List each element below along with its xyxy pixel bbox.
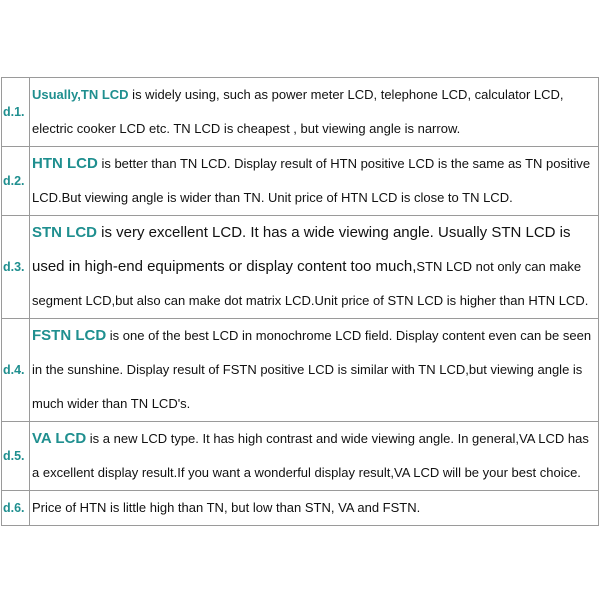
table-row: d.5. VA LCD is a new LCD type. It has hi… <box>1 421 599 491</box>
row-description: is better than TN LCD. Display result of… <box>32 156 591 205</box>
row-label: d.6. <box>1 490 30 526</box>
row-label: d.1. <box>1 77 30 147</box>
row-text: Price of HTN is little high than TN, but… <box>29 490 599 526</box>
table-row: d.4. FSTN LCD is one of the best LCD in … <box>1 318 599 422</box>
lcd-term: Usually,TN LCD <box>32 87 129 102</box>
lcd-types-table: d.1. Usually,TN LCD is widely using, suc… <box>1 77 599 526</box>
row-description: is a new LCD type. It has high contrast … <box>32 431 589 480</box>
row-text: STN LCD is very excellent LCD. It has a … <box>29 215 599 319</box>
row-text: VA LCD is a new LCD type. It has high co… <box>29 421 599 491</box>
row-label: d.4. <box>1 318 30 422</box>
row-text: FSTN LCD is one of the best LCD in monoc… <box>29 318 599 422</box>
row-label: d.3. <box>1 215 30 319</box>
lcd-term: FSTN LCD <box>32 327 107 344</box>
row-label: d.5. <box>1 421 30 491</box>
table-row: d.1. Usually,TN LCD is widely using, suc… <box>1 77 599 147</box>
table-row: d.3. STN LCD is very excellent LCD. It h… <box>1 215 599 319</box>
table-row: d.2. HTN LCD is better than TN LCD. Disp… <box>1 146 599 216</box>
row-label: d.2. <box>1 146 30 216</box>
table-row: d.6. Price of HTN is little high than TN… <box>1 490 599 526</box>
row-text: HTN LCD is better than TN LCD. Display r… <box>29 146 599 216</box>
row-text: Usually,TN LCD is widely using, such as … <box>29 77 599 147</box>
row-description: Price of HTN is little high than TN, but… <box>32 500 421 515</box>
row-description: is one of the best LCD in monochrome LCD… <box>32 328 592 411</box>
lcd-term: HTN LCD <box>32 155 98 172</box>
lcd-term: STN LCD <box>32 224 97 241</box>
lcd-term: VA LCD <box>32 430 87 447</box>
